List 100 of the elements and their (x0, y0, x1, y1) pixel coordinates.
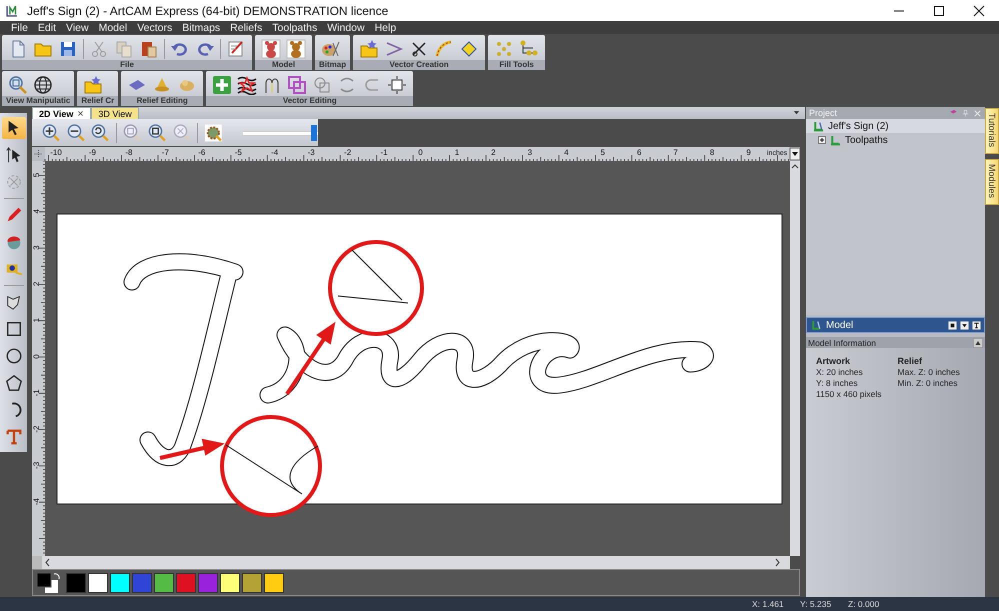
shapes-icon[interactable] (312, 74, 332, 94)
caret-icon[interactable] (960, 320, 969, 330)
pin-icon[interactable] (972, 320, 981, 330)
menu-item[interactable]: Bitmaps (177, 22, 226, 34)
status-text: X: 1.461 (752, 599, 785, 609)
close-icon[interactable] (77, 110, 84, 117)
star-folder-icon[interactable] (359, 38, 380, 58)
render-settings-icon[interactable] (204, 122, 224, 142)
ruler-label: 1 (454, 148, 460, 157)
panel-title: Project (809, 108, 838, 118)
color-swatch[interactable] (154, 572, 174, 592)
menu-item[interactable]: Edit (32, 22, 62, 34)
color-swatch[interactable] (242, 572, 262, 592)
zoom-icon[interactable] (8, 74, 28, 94)
ruler-label: 5 (32, 172, 41, 178)
toolbar-label: Vector Creation (353, 60, 486, 70)
zoom-in-icon[interactable] (42, 122, 61, 142)
menu-item[interactable]: Window (322, 22, 370, 34)
ruler-label: 2 (491, 148, 496, 157)
squares-icon[interactable] (287, 74, 308, 94)
view-tab[interactable]: 3D View (91, 107, 139, 119)
ruler-label: 7 (673, 148, 678, 157)
ruler-label: 8 (710, 148, 714, 157)
ruler-label: 9 (746, 148, 751, 157)
side-tab[interactable]: Modules (985, 159, 999, 206)
color-swatch[interactable] (220, 572, 240, 592)
tree-item[interactable]: Toolpaths (845, 134, 888, 146)
slider-thumb[interactable] (311, 124, 318, 140)
horizontal-scrollbar[interactable] (32, 556, 790, 569)
info-text: Max. Z: 0 inches (898, 367, 960, 377)
color-swatch[interactable] (198, 572, 218, 592)
globe-icon[interactable] (33, 74, 53, 94)
color-swatch[interactable] (132, 572, 152, 592)
menu-item[interactable]: Vectors (132, 22, 178, 34)
color-swatch[interactable] (66, 572, 86, 592)
status-text: Y: 5.235 (800, 599, 832, 609)
model-icon (810, 318, 823, 332)
dropdown-icon[interactable] (790, 148, 800, 160)
ruler-corner-icon[interactable] (32, 147, 45, 161)
window-title: Jeff's Sign (2) - ArtCAM Express (64-bit) DEMONSTRATION licence (27, 4, 388, 18)
ruler-label: 6 (636, 148, 642, 157)
ruler-label: 3 (32, 245, 41, 250)
menu-item[interactable]: File (6, 22, 33, 34)
menu-item[interactable]: Toolpaths (267, 22, 322, 34)
ruler-label: 5 (600, 148, 605, 157)
ruler-label: -1 (380, 148, 388, 157)
ruler-label: -3 (308, 148, 315, 157)
star-folder-icon[interactable] (83, 74, 104, 94)
dock-icon[interactable] (948, 320, 957, 330)
menu-item[interactable]: Help (370, 22, 402, 34)
color-swatch[interactable] (176, 572, 196, 592)
app-logo-icon (5, 4, 19, 18)
info-text: X: 20 inches (816, 367, 864, 377)
zoom-out-icon[interactable] (66, 122, 86, 142)
ruler-label: 4 (32, 209, 41, 214)
wave-star-icon[interactable] (237, 74, 258, 94)
toolbar-label: Bitmap (315, 60, 350, 70)
toolbar-label: Vector Editing (206, 96, 414, 106)
ruler-label: -3 (32, 462, 41, 469)
info-heading: Relief (898, 356, 924, 366)
zoom-box-icon[interactable] (148, 122, 167, 142)
ruler-label: -5 (234, 148, 242, 157)
node-tree-icon[interactable] (519, 38, 540, 58)
ruler-label: -9 (88, 148, 96, 157)
menu-item[interactable]: View (61, 22, 94, 34)
expander-icon[interactable] (818, 136, 826, 144)
ruler-label: 0 (418, 148, 423, 157)
teddy-bear-icon[interactable] (286, 38, 306, 58)
vertical-scrollbar[interactable] (790, 161, 800, 556)
project-icon (812, 120, 825, 132)
info-text: 1150 x 460 pixels (816, 389, 882, 399)
close-icon[interactable] (973, 4, 985, 16)
ruler-label: -8 (125, 148, 132, 157)
color-swatch[interactable] (88, 572, 108, 592)
color-swatch[interactable] (264, 572, 284, 592)
maximize-icon[interactable] (933, 4, 945, 16)
info-text: Min. Z: 0 inches (898, 378, 959, 388)
teddy-bear-icon[interactable] (261, 38, 281, 58)
toolbar-label: Model (255, 60, 312, 70)
ruler-label: -4 (32, 498, 41, 506)
fit-square-icon[interactable] (387, 74, 408, 94)
ruler-label: 1 (32, 318, 41, 322)
toolpath-icon (829, 134, 842, 146)
dropdown-icon[interactable] (792, 108, 801, 117)
ruler-label: -10 (50, 148, 62, 157)
side-tab[interactable]: Tutorials (985, 108, 999, 154)
menu-item[interactable]: Model (94, 22, 132, 34)
menu-item[interactable]: Reliefs (225, 22, 268, 34)
toolbar-label: Relief Editing (121, 96, 204, 106)
view-tab[interactable]: 2D View (32, 107, 92, 119)
toolbar-label: Fill Tools (488, 60, 546, 70)
toolbar-label: View Manipulatic (2, 96, 74, 106)
zoom-previous-icon[interactable] (91, 122, 110, 142)
ruler-label: -4 (271, 148, 278, 157)
collapse-icon[interactable] (973, 338, 983, 348)
color-swatch[interactable] (110, 572, 130, 592)
plus-icon[interactable] (212, 74, 232, 94)
panel-title: Model (826, 320, 854, 330)
ruler-label: -7 (162, 148, 169, 157)
tree-item[interactable]: Jeff's Sign (2) (806, 119, 985, 133)
